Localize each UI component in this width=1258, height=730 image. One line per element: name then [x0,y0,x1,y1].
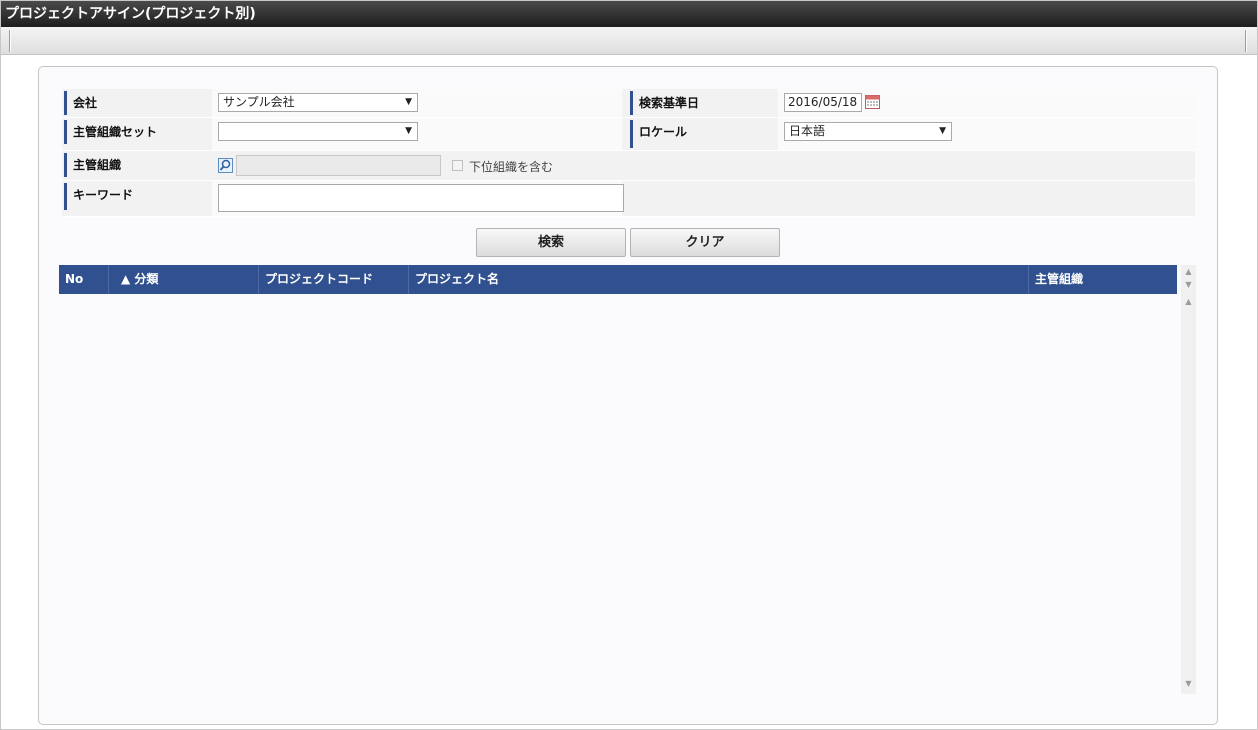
keyword-input[interactable] [218,184,624,212]
include-sub-org-label: 下位組織を含む [469,160,554,174]
content-panel: 会社 サンプル会社 ▼ 検索基準日 2016/05/18 主管組織セット ▼ ロ… [38,66,1218,725]
window-title: プロジェクトアサイン(プロジェクト別) [1,1,1257,27]
search-button[interactable]: 検索 [476,228,626,257]
company-select-value: サンプル会社 [223,95,295,109]
org-input[interactable] [236,155,441,176]
grid-header: No ▲ 分類 プロジェクトコード プロジェクト名 主管組織 [59,265,1177,294]
toolbar-separator [1245,30,1247,52]
company-label: 会社 [64,91,97,115]
column-header-project-name[interactable]: プロジェクト名 [409,265,1029,294]
include-sub-org-checkbox[interactable] [452,160,463,171]
search-icon[interactable] [218,158,233,173]
form-row-company: 会社 サンプル会社 ▼ 検索基準日 2016/05/18 [62,89,1195,118]
org-set-label: 主管組織セット [64,120,157,144]
form-row-org: 主管組織 下位組織を含む [62,151,1195,181]
keyword-label: キーワード [64,183,133,210]
base-date-label: 検索基準日 [630,91,699,115]
chevron-down-icon: ▼ [405,126,412,136]
scroll-down-icon[interactable]: ▼ [1181,280,1196,290]
grid-scrollbar[interactable]: ▲ ▼ ▲ ▼ [1181,265,1196,694]
locale-select[interactable]: 日本語 ▼ [784,122,952,141]
form-row-org-set: 主管組織セット ▼ ロケール 日本語 ▼ [62,118,1195,151]
company-select[interactable]: サンプル会社 ▼ [218,93,418,112]
scroll-down-icon[interactable]: ▼ [1181,679,1196,689]
locale-label: ロケール [630,120,687,148]
org-label: 主管組織 [64,153,121,177]
org-set-select[interactable]: ▼ [218,122,418,141]
calendar-icon[interactable] [865,94,880,109]
base-date-input[interactable]: 2016/05/18 [784,93,862,112]
column-header-category[interactable]: ▲ 分類 [109,265,259,294]
clear-button[interactable]: クリア [630,228,780,257]
chevron-down-icon: ▼ [939,126,946,136]
form-row-keyword: キーワード [62,181,1195,217]
toolbar-separator [9,30,11,52]
chevron-down-icon: ▼ [405,97,412,107]
column-header-project-code[interactable]: プロジェクトコード [259,265,409,294]
scroll-up-icon[interactable]: ▲ [1181,297,1196,307]
column-header-no[interactable]: No [59,265,109,294]
column-header-org[interactable]: 主管組織 [1029,265,1177,294]
toolbar [1,27,1257,55]
app-window: プロジェクトアサイン(プロジェクト別) 会社 サンプル会社 ▼ 検索基準日 20… [0,0,1258,730]
locale-select-value: 日本語 [789,124,826,138]
scroll-up-icon[interactable]: ▲ [1181,267,1196,277]
